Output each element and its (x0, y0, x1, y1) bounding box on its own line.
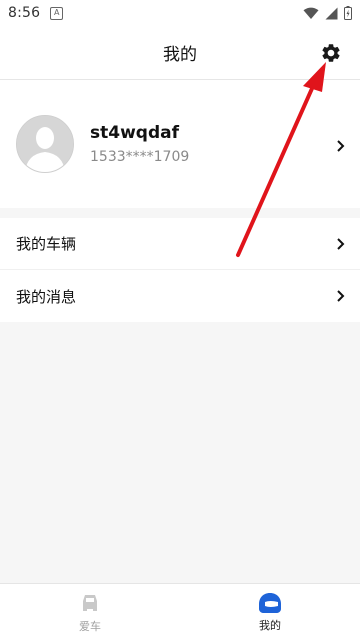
car-outline-icon (83, 594, 97, 611)
signal-icon (325, 7, 338, 19)
avatar (16, 115, 74, 173)
tab-bar: 爱车 我的 (0, 583, 360, 640)
tab-label: 爱车 (79, 619, 101, 633)
status-right (303, 6, 352, 20)
profile-card[interactable]: st4wqdaf 1533****1709 (0, 80, 360, 208)
menu-list: 我的车辆 我的消息 (0, 218, 360, 322)
helmet-icon (259, 592, 281, 613)
status-bar: 8:56 A (0, 0, 360, 26)
profile-text: st4wqdaf 1533****1709 (90, 123, 189, 165)
notification-icon: A (50, 6, 64, 20)
gear-icon (322, 44, 340, 62)
status-time: 8:56 (8, 5, 41, 21)
header: 我的 (0, 26, 360, 80)
page-title: 我的 (163, 45, 197, 65)
chevron-right-icon (337, 237, 345, 250)
wifi-icon (303, 7, 319, 19)
tab-mine[interactable]: 我的 (180, 584, 360, 640)
settings-button[interactable] (318, 40, 344, 66)
default-avatar-icon (17, 116, 73, 172)
chevron-right-icon (337, 140, 345, 152)
menu-item-my-messages[interactable]: 我的消息 (0, 270, 360, 322)
menu-item-label: 我的车辆 (16, 235, 77, 253)
menu-item-my-vehicles[interactable]: 我的车辆 (0, 218, 360, 270)
username: st4wqdaf (90, 123, 179, 143)
battery-icon (344, 6, 352, 20)
status-left: 8:56 A (8, 5, 64, 21)
chevron-right-icon (337, 290, 345, 302)
menu-item-label: 我的消息 (16, 287, 77, 306)
tab-my-car[interactable]: 爱车 (0, 584, 180, 640)
phone-number: 1533****1709 (90, 149, 190, 165)
tab-label: 我的 (259, 618, 281, 632)
